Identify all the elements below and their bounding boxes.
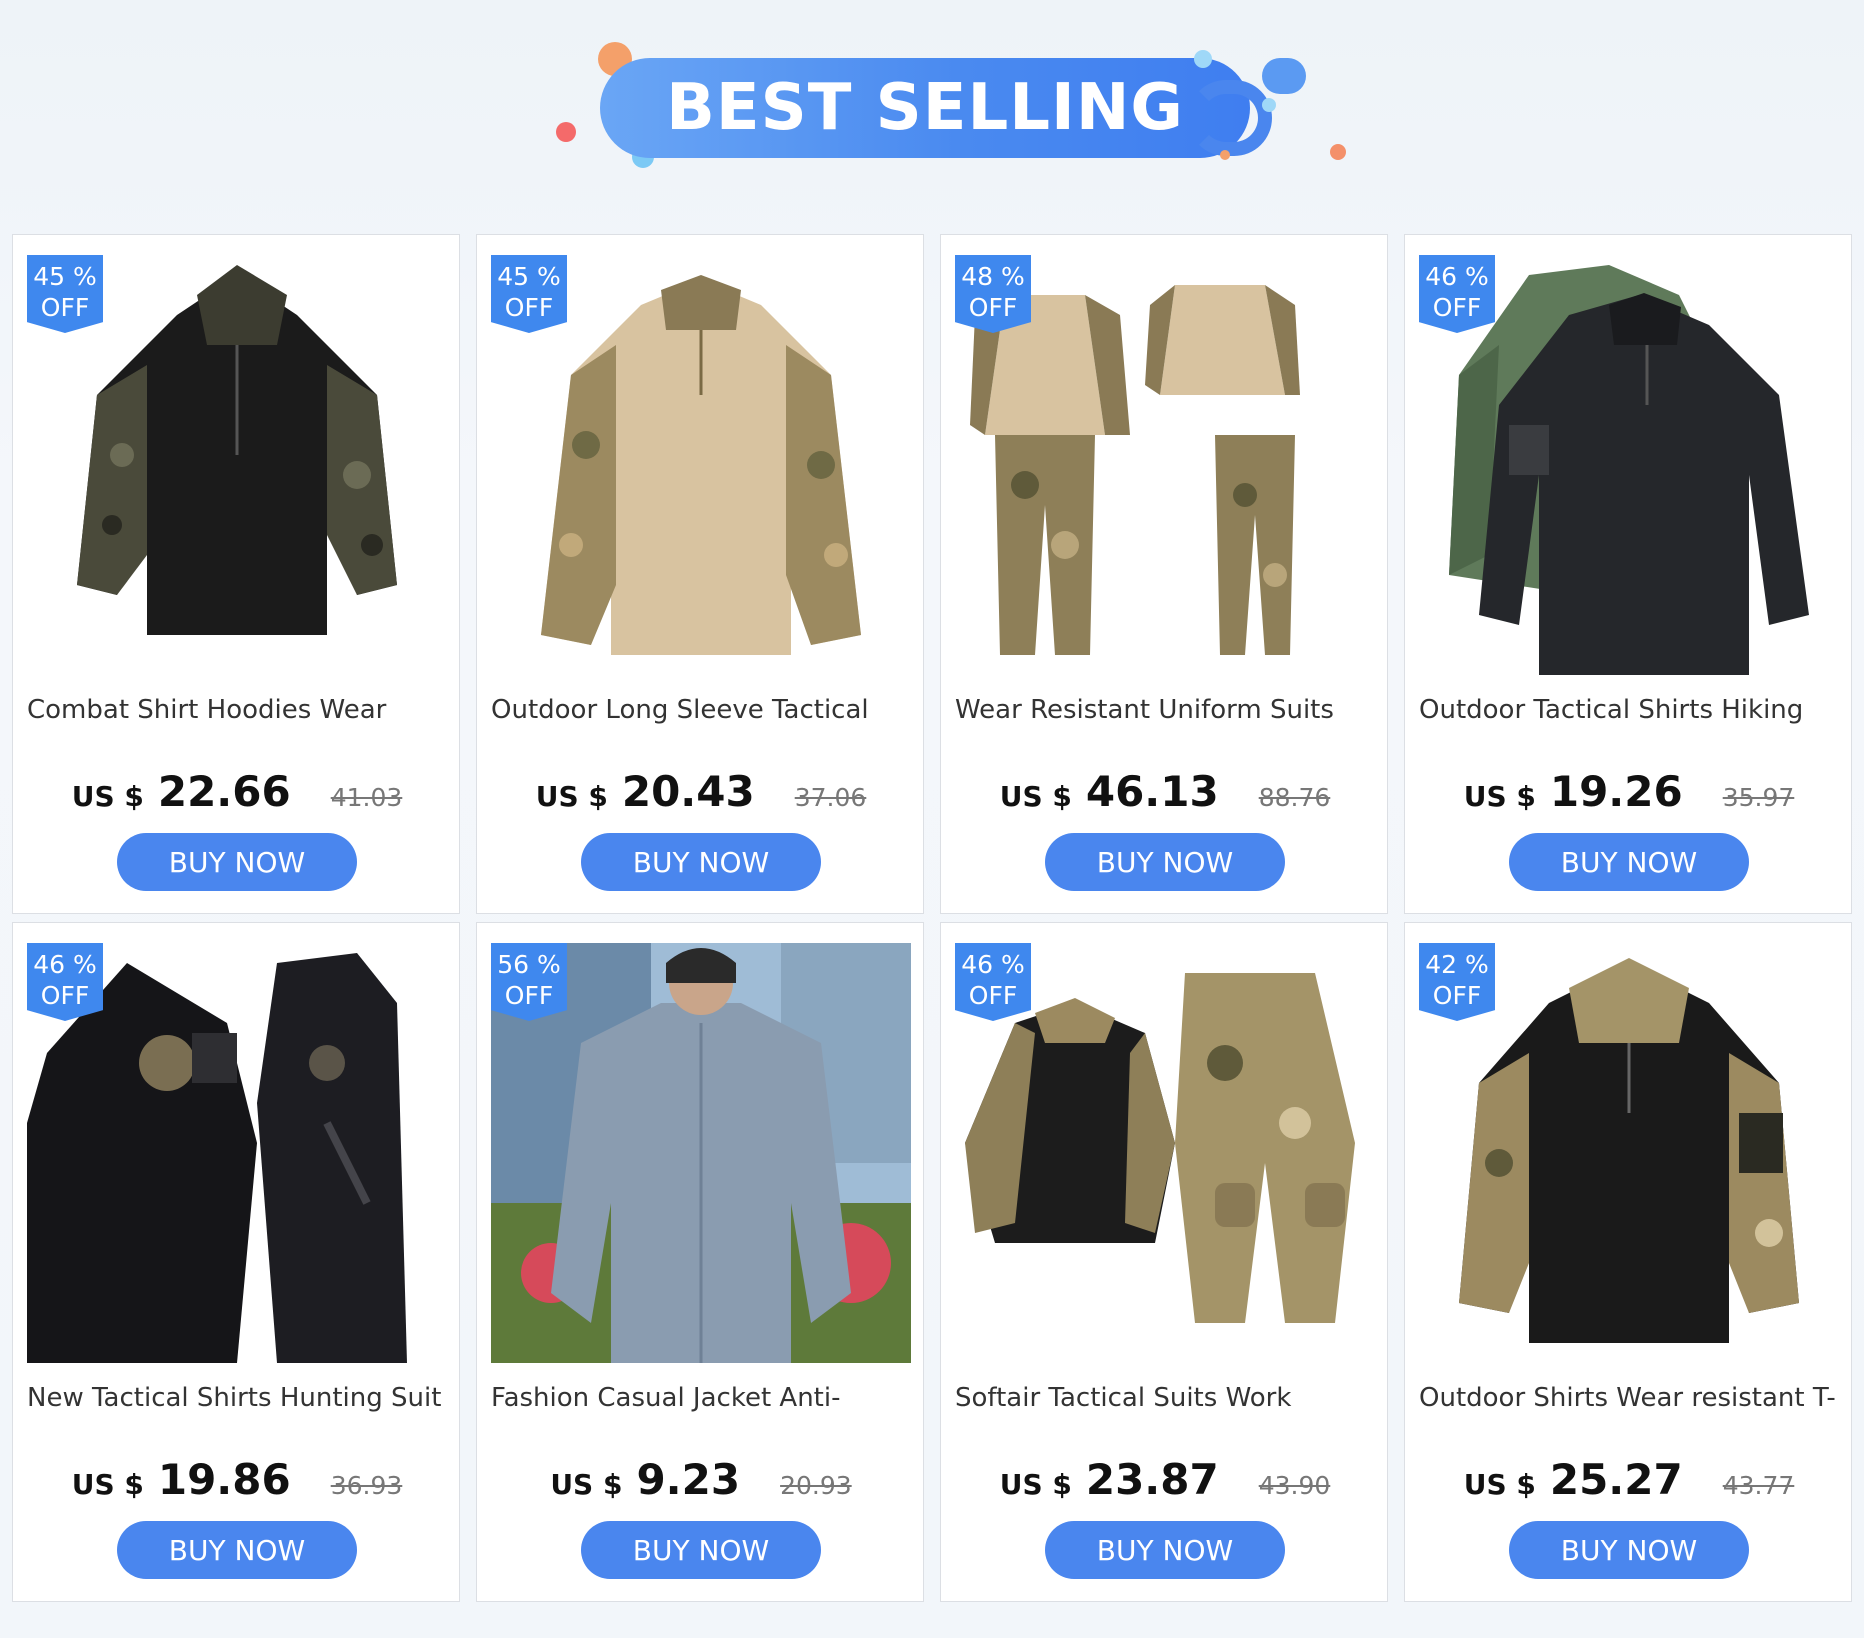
currency-label: US $ <box>999 1468 1072 1501</box>
buy-now-button[interactable]: BUY NOW <box>117 1521 357 1579</box>
sale-price: 19.26 <box>1549 767 1683 816</box>
product-title[interactable]: Softair Tactical Suits Work <box>955 1383 1375 1423</box>
decor-bubble <box>556 122 576 142</box>
currency-label: US $ <box>1463 780 1536 813</box>
sale-price: 25.27 <box>1549 1455 1683 1504</box>
product-card[interactable]: 46 % OFF Softair Tactical Suits Work US $… <box>940 922 1388 1602</box>
price-row: US $ 22.66 41.03 <box>13 767 461 823</box>
product-title[interactable]: Outdoor Shirts Wear resistant T- <box>1419 1383 1839 1423</box>
product-title[interactable]: Outdoor Long Sleeve Tactical <box>491 695 911 735</box>
product-card[interactable]: 46 % OFF Outdoor Tactical Shirts Hiking U… <box>1404 234 1852 914</box>
buy-now-button[interactable]: BUY NOW <box>581 833 821 891</box>
sale-price: 23.87 <box>1085 1455 1219 1504</box>
sale-price: 9.23 <box>636 1455 741 1504</box>
product-title[interactable]: Wear Resistant Uniform Suits <box>955 695 1375 735</box>
price-row: US $ 9.23 20.93 <box>477 1455 925 1511</box>
product-card[interactable]: 48 % OFF Wear Resistant Uniform Suits US … <box>940 234 1388 914</box>
price-row: US $ 19.86 36.93 <box>13 1455 461 1511</box>
product-card[interactable]: 45 % OFF Outdoor Long Sleeve Tactical US … <box>476 234 924 914</box>
product-title[interactable]: Combat Shirt Hoodies Wear <box>27 695 447 735</box>
price-row: US $ 20.43 37.06 <box>477 767 925 823</box>
buy-now-button[interactable]: BUY NOW <box>1509 833 1749 891</box>
original-price: 41.03 <box>330 783 403 812</box>
buy-now-button[interactable]: BUY NOW <box>1045 1521 1285 1579</box>
buy-now-button[interactable]: BUY NOW <box>1045 833 1285 891</box>
currency-label: US $ <box>550 1468 623 1501</box>
discount-badge: 46 % OFF <box>1419 255 1495 333</box>
original-price: 43.77 <box>1722 1471 1795 1500</box>
currency-label: US $ <box>1463 1468 1536 1501</box>
currency-label: US $ <box>999 780 1072 813</box>
currency-label: US $ <box>71 1468 144 1501</box>
original-price: 36.93 <box>330 1471 403 1500</box>
discount-badge: 56 % OFF <box>491 943 567 1021</box>
product-title[interactable]: Outdoor Tactical Shirts Hiking <box>1419 695 1839 735</box>
discount-badge: 46 % OFF <box>27 943 103 1021</box>
discount-badge: 42 % OFF <box>1419 943 1495 1021</box>
product-card[interactable]: 42 % OFF Outdoor Shirts Wear resistant T-… <box>1404 922 1852 1602</box>
sale-price: 20.43 <box>621 767 755 816</box>
decor-bubble <box>1262 58 1306 94</box>
original-price: 43.90 <box>1258 1471 1331 1500</box>
price-row: US $ 23.87 43.90 <box>941 1455 1389 1511</box>
discount-badge: 45 % OFF <box>491 255 567 333</box>
discount-badge: 48 % OFF <box>955 255 1031 333</box>
price-row: US $ 46.13 88.76 <box>941 767 1389 823</box>
buy-now-button[interactable]: BUY NOW <box>581 1521 821 1579</box>
product-card[interactable]: 46 % OFF New Tactical Shirts Hunting Suit… <box>12 922 460 1602</box>
price-row: US $ 25.27 43.77 <box>1405 1455 1853 1511</box>
price-row: US $ 19.26 35.97 <box>1405 767 1853 823</box>
original-price: 35.97 <box>1722 783 1795 812</box>
currency-label: US $ <box>71 780 144 813</box>
sale-price: 19.86 <box>157 1455 291 1504</box>
product-card[interactable]: 45 % OFF Combat Shirt Hoodies Wear US $ 2… <box>12 234 460 914</box>
original-price: 37.06 <box>794 783 867 812</box>
buy-now-button[interactable]: BUY NOW <box>1509 1521 1749 1579</box>
original-price: 20.93 <box>780 1471 852 1500</box>
sale-price: 46.13 <box>1085 767 1219 816</box>
discount-badge: 45 % OFF <box>27 255 103 333</box>
original-price: 88.76 <box>1258 783 1331 812</box>
decor-bubble <box>1330 144 1346 160</box>
buy-now-button[interactable]: BUY NOW <box>117 833 357 891</box>
product-card[interactable]: 56 % OFF Fashion Casual Jacket Anti- US $… <box>476 922 924 1602</box>
best-selling-banner: BEST SELLING <box>0 0 1864 230</box>
decor-bubble <box>1262 98 1276 112</box>
currency-label: US $ <box>535 780 608 813</box>
product-title[interactable]: Fashion Casual Jacket Anti- <box>491 1383 911 1423</box>
product-title[interactable]: New Tactical Shirts Hunting Suit <box>27 1383 447 1423</box>
banner-title: BEST SELLING <box>666 71 1184 145</box>
discount-badge: 46 % OFF <box>955 943 1031 1021</box>
sale-price: 22.66 <box>157 767 291 816</box>
